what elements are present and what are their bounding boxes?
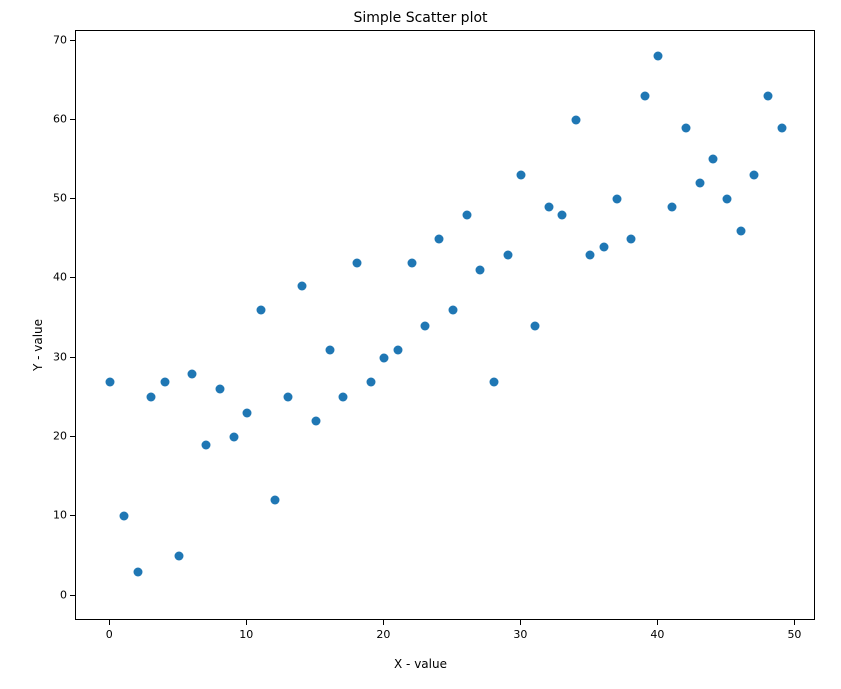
data-point (695, 179, 704, 188)
x-tick-mark (383, 620, 384, 625)
y-tick-mark (70, 515, 75, 516)
data-point (448, 306, 457, 315)
data-point (750, 171, 759, 180)
data-point (544, 203, 553, 212)
data-point (215, 385, 224, 394)
data-point (394, 345, 403, 354)
plot-area (75, 30, 815, 620)
data-point (421, 322, 430, 331)
y-tick-mark (70, 40, 75, 41)
data-point (380, 353, 389, 362)
data-point (366, 377, 375, 386)
data-point (722, 195, 731, 204)
x-tick-mark (794, 620, 795, 625)
data-point (270, 496, 279, 505)
data-point (243, 409, 252, 418)
data-point (202, 440, 211, 449)
scatter-chart: Simple Scatter plot Y - value X - value … (0, 0, 841, 689)
data-point (106, 377, 115, 386)
data-point (119, 512, 128, 521)
data-point (325, 345, 334, 354)
data-point (736, 226, 745, 235)
y-tick-mark (70, 119, 75, 120)
x-tick-mark (520, 620, 521, 625)
data-point (284, 393, 293, 402)
x-tick-mark (657, 620, 658, 625)
data-point (585, 250, 594, 259)
data-point (174, 551, 183, 560)
x-tick-label: 30 (513, 628, 527, 641)
data-point (709, 155, 718, 164)
data-point (407, 258, 416, 267)
data-point (161, 377, 170, 386)
x-tick-label: 50 (787, 628, 801, 641)
data-point (558, 210, 567, 219)
data-point (640, 92, 649, 101)
data-point (257, 306, 266, 315)
y-tick-label: 40 (47, 271, 67, 284)
y-tick-mark (70, 436, 75, 437)
y-tick-mark (70, 357, 75, 358)
x-tick-mark (246, 620, 247, 625)
y-tick-mark (70, 198, 75, 199)
data-point (147, 393, 156, 402)
y-tick-label: 50 (47, 192, 67, 205)
data-point (339, 393, 348, 402)
data-point (764, 92, 773, 101)
data-point (188, 369, 197, 378)
data-point (476, 266, 485, 275)
data-point (572, 115, 581, 124)
y-tick-label: 0 (47, 588, 67, 601)
data-point (352, 258, 361, 267)
data-point (133, 567, 142, 576)
x-axis-label: X - value (0, 657, 841, 671)
x-tick-label: 20 (376, 628, 390, 641)
chart-title: Simple Scatter plot (0, 10, 841, 26)
data-point (462, 210, 471, 219)
y-tick-label: 60 (47, 112, 67, 125)
y-tick-label: 20 (47, 430, 67, 443)
y-tick-label: 70 (47, 33, 67, 46)
data-point (311, 417, 320, 426)
data-point (517, 171, 526, 180)
data-point (613, 195, 622, 204)
y-tick-mark (70, 595, 75, 596)
data-point (599, 242, 608, 251)
data-point (627, 234, 636, 243)
data-point (489, 377, 498, 386)
data-point (668, 203, 677, 212)
x-tick-label: 10 (239, 628, 253, 641)
data-point (298, 282, 307, 291)
data-point (229, 433, 238, 442)
x-tick-label: 0 (106, 628, 113, 641)
x-tick-mark (109, 620, 110, 625)
y-tick-mark (70, 277, 75, 278)
data-point (531, 322, 540, 331)
y-tick-label: 10 (47, 509, 67, 522)
y-tick-label: 30 (47, 350, 67, 363)
data-point (435, 234, 444, 243)
x-tick-label: 40 (650, 628, 664, 641)
data-point (503, 250, 512, 259)
data-point (777, 123, 786, 132)
data-point (681, 123, 690, 132)
data-point (654, 52, 663, 61)
y-axis-label: Y - value (31, 318, 45, 370)
